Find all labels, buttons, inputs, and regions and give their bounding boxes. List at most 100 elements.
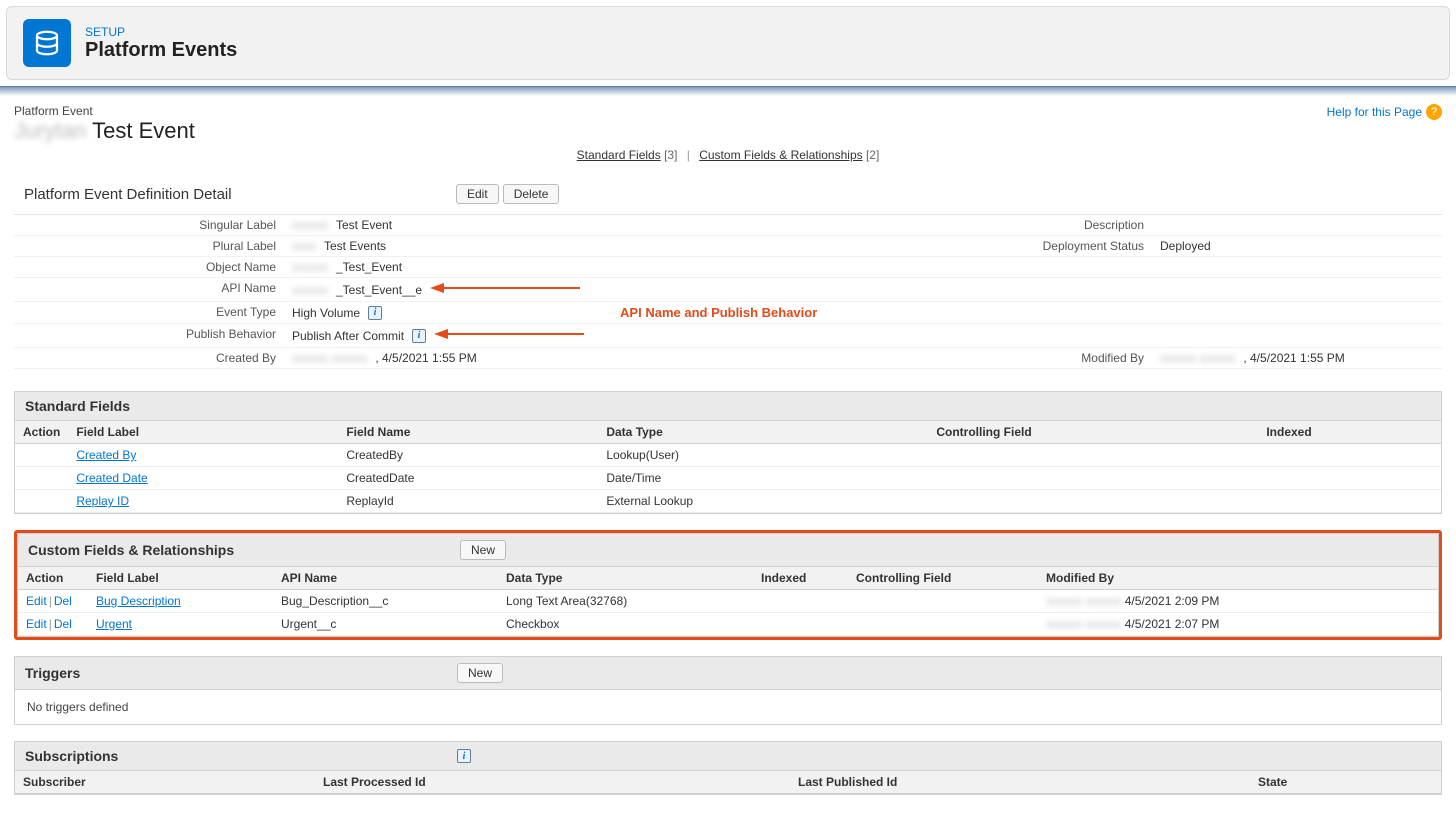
table-row: Edit|DelBug DescriptionBug_Description__… (18, 590, 1438, 613)
field-label-link[interactable]: Created Date (76, 471, 147, 485)
api-name-value: _Test_Event__e (336, 283, 422, 297)
field-label-link[interactable]: Created By (76, 448, 136, 462)
record-title: Jurytan Test Event (14, 118, 195, 144)
data-type-value: External Lookup (598, 490, 928, 513)
col-last-processed: Last Processed Id (315, 771, 790, 794)
platform-events-icon (23, 19, 71, 67)
description-field: Description (992, 215, 1152, 235)
created-by-value: , 4/5/2021 1:55 PM (375, 351, 476, 365)
annotation-text: API Name and Publish Behavior (620, 305, 817, 320)
deployment-status-value: Deployed (1152, 236, 1442, 256)
event-type-field: Event Type (14, 302, 284, 323)
col-indexed: Indexed (1258, 421, 1441, 444)
data-type-value: Long Text Area(32768) (498, 590, 753, 613)
col-controlling-field: Controlling Field (928, 421, 1258, 444)
data-type-value: Date/Time (598, 467, 928, 490)
triggers-section: Triggers New No triggers defined (14, 656, 1442, 725)
field-name-value: CreatedBy (338, 444, 598, 467)
col-indexed: Indexed (753, 567, 848, 590)
header-separator (0, 86, 1456, 96)
modified-by-value: 4/5/2021 2:07 PM (1125, 617, 1220, 631)
col-modified-by: Modified By (1038, 567, 1438, 590)
singular-label-field: Singular Label (14, 215, 284, 235)
help-link-text: Help for this Page (1327, 105, 1422, 119)
field-label-link[interactable]: Replay ID (76, 494, 129, 508)
anchor-standard-count: [3] (664, 148, 677, 162)
col-data-type: Data Type (498, 567, 753, 590)
col-data-type: Data Type (598, 421, 928, 444)
help-link[interactable]: Help for this Page ? (1327, 104, 1442, 120)
singular-label-value: Test Event (336, 218, 392, 232)
field-label-link[interactable]: Bug Description (96, 594, 181, 608)
publish-behavior-value: Publish After Commit (292, 329, 404, 343)
setup-header: SETUP Platform Events (6, 6, 1450, 80)
col-state: State (1250, 771, 1441, 794)
setup-label: SETUP (85, 25, 237, 39)
modified-by-value: 4/5/2021 2:09 PM (1125, 594, 1220, 608)
field-name-value: ReplayId (338, 490, 598, 513)
col-action: Action (15, 421, 68, 444)
detail-section-title: Platform Event Definition Detail (24, 186, 444, 203)
data-type-value: Checkbox (498, 613, 753, 636)
custom-fields-title: Custom Fields & Relationships (28, 542, 448, 558)
description-value (1152, 215, 1442, 235)
object-name-field: Object Name (14, 257, 284, 277)
object-name-value: _Test_Event (336, 260, 402, 274)
annotation-arrow-icon (434, 327, 584, 344)
col-field-label: Field Label (68, 421, 338, 444)
standard-fields-section: Standard Fields Action Field Label Field… (14, 391, 1442, 514)
col-subscriber: Subscriber (15, 771, 315, 794)
field-name-value: CreatedDate (338, 467, 598, 490)
delete-button[interactable]: Delete (503, 184, 560, 204)
table-row: Replay ID ReplayIdExternal Lookup (15, 490, 1441, 513)
edit-button[interactable]: Edit (456, 184, 499, 204)
field-label-link[interactable]: Urgent (96, 617, 132, 631)
modified-by-value: , 4/5/2021 1:55 PM (1243, 351, 1344, 365)
new-custom-field-button[interactable]: New (460, 540, 506, 560)
table-row: Edit|DelUrgentUrgent__cCheckboxxxxxxx xx… (18, 613, 1438, 636)
api-name-value: Urgent__c (273, 613, 498, 636)
record-title-blurred: Jurytan (14, 118, 86, 144)
section-anchors: Standard Fields [3] | Custom Fields & Re… (14, 148, 1442, 162)
help-icon: ? (1426, 104, 1442, 120)
col-field-name: Field Name (338, 421, 598, 444)
del-link[interactable]: Del (54, 617, 72, 631)
page-title: Platform Events (85, 39, 237, 62)
del-link[interactable]: Del (54, 594, 72, 608)
info-icon[interactable]: i (412, 329, 426, 343)
col-controlling-field: Controlling Field (848, 567, 1038, 590)
info-icon[interactable]: i (457, 749, 471, 763)
created-by-field: Created By (14, 348, 284, 368)
new-trigger-button[interactable]: New (457, 663, 503, 683)
triggers-empty-message: No triggers defined (15, 690, 1441, 724)
publish-behavior-field: Publish Behavior (14, 324, 284, 347)
anchor-custom-fields[interactable]: Custom Fields & Relationships (699, 148, 862, 162)
edit-link[interactable]: Edit (26, 617, 47, 631)
record-type-label: Platform Event (14, 104, 195, 118)
table-row: Created By CreatedByLookup(User) (15, 444, 1441, 467)
anchor-standard-fields[interactable]: Standard Fields (577, 148, 661, 162)
plural-label-field: Plural Label (14, 236, 284, 256)
plural-label-value: Test Events (324, 239, 386, 253)
event-type-value: High Volume (292, 306, 360, 320)
subscriptions-title: Subscriptions (25, 748, 445, 764)
col-api-name: API Name (273, 567, 498, 590)
table-row: Created Date CreatedDateDate/Time (15, 467, 1441, 490)
subscriptions-section: Subscriptions i Subscriber Last Processe… (14, 741, 1442, 795)
modified-by-field: Modified By (992, 348, 1152, 368)
custom-fields-highlight: Custom Fields & Relationships New Action… (14, 530, 1442, 640)
custom-fields-section: Custom Fields & Relationships New Action… (17, 533, 1439, 637)
col-field-label: Field Label (88, 567, 273, 590)
info-icon[interactable]: i (368, 306, 382, 320)
edit-link[interactable]: Edit (26, 594, 47, 608)
col-last-published: Last Published Id (790, 771, 1250, 794)
standard-fields-title: Standard Fields (25, 398, 445, 414)
data-type-value: Lookup(User) (598, 444, 928, 467)
record-title-text: Test Event (92, 118, 195, 144)
api-name-field: API Name (14, 278, 284, 301)
annotation-arrow-icon (430, 281, 580, 298)
deployment-status-field: Deployment Status (992, 236, 1152, 256)
triggers-title: Triggers (25, 665, 445, 681)
col-action: Action (18, 567, 88, 590)
api-name-value: Bug_Description__c (273, 590, 498, 613)
